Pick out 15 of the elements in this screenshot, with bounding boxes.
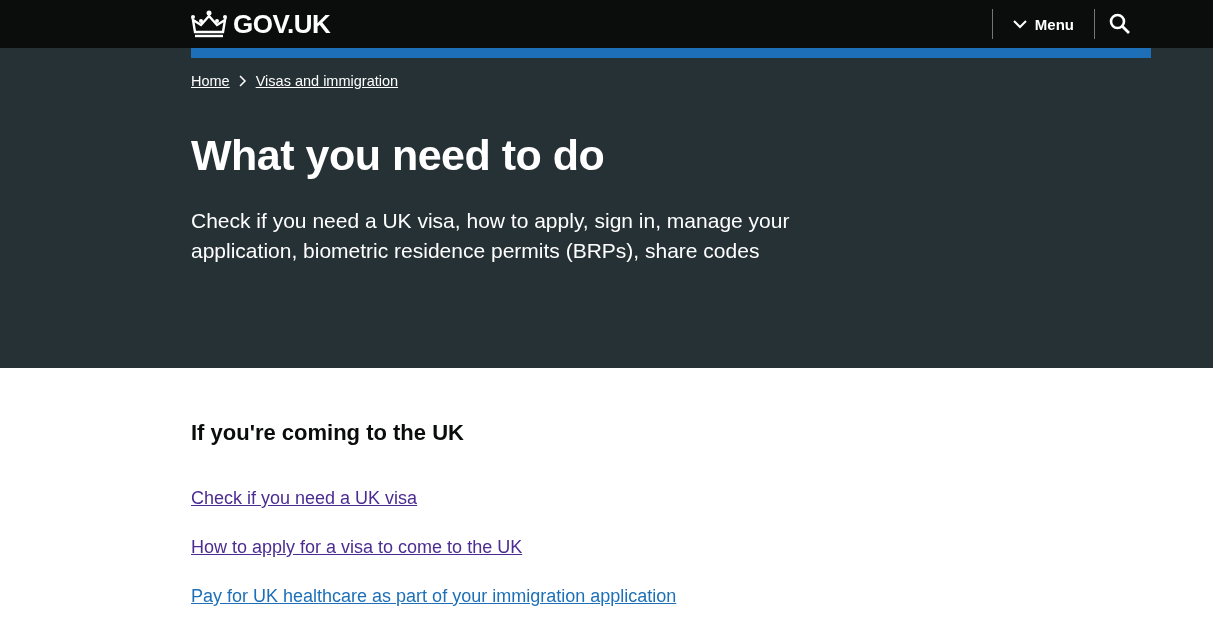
- guidance-link[interactable]: Check if you need a UK visa: [191, 488, 418, 509]
- guidance-link[interactable]: How to apply for a visa to come to the UK: [191, 537, 523, 558]
- chevron-down-icon: [1012, 19, 1027, 29]
- page-title: What you need to do: [191, 131, 606, 180]
- breadcrumb-link[interactable]: Home: [191, 73, 230, 89]
- crown-icon: [191, 10, 227, 38]
- section-heading: If you're coming to the UK: [191, 420, 464, 446]
- search-icon: [1109, 13, 1131, 35]
- menu-button[interactable]: Menu: [991, 9, 1095, 39]
- page-description: Check if you need a UK visa, how to apply, sign in, manage your application, biometric residence permits (BRPs), share codes: [191, 208, 791, 264]
- govuk-logo-link[interactable]: GOV.UK: [191, 8, 331, 40]
- guidance-link[interactable]: Pay for UK healthcare as part of your immigration application: [191, 586, 677, 607]
- logo-text: GOV.UK: [233, 8, 331, 40]
- chevron-right-icon: [238, 75, 247, 87]
- breadcrumb-link[interactable]: Visas and immigration: [255, 73, 399, 89]
